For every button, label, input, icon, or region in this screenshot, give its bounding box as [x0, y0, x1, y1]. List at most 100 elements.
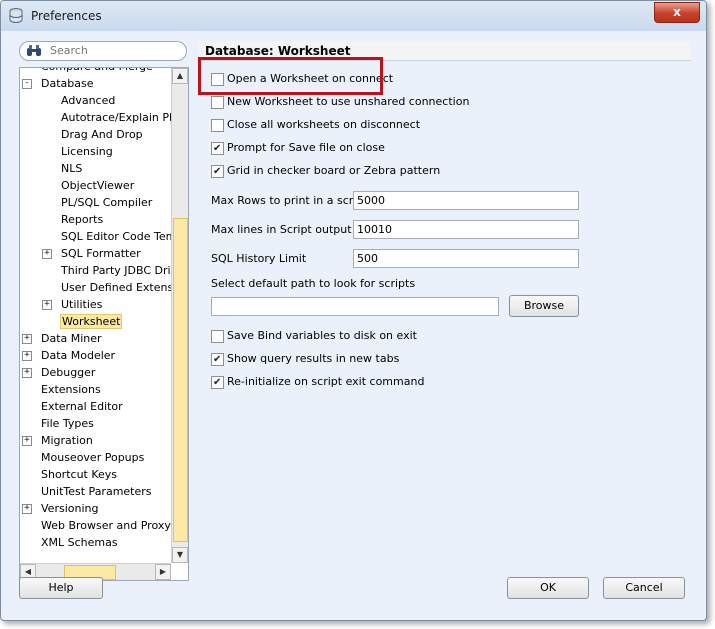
tree-item[interactable]: File Types: [40, 415, 95, 432]
scroll-up-arrow-icon[interactable]: ▲: [172, 68, 188, 84]
checkbox-label: Re-initialize on script exit command: [227, 375, 425, 388]
expand-icon[interactable]: +: [22, 504, 32, 514]
tree-item-label: Utilities: [61, 298, 103, 311]
tree-item-label: XML Schemas: [41, 536, 118, 549]
ok-button[interactable]: OK: [507, 577, 589, 599]
field-label: Max lines in Script output: [211, 223, 352, 236]
highlight-box: [198, 57, 383, 95]
tree-vertical-scrollbar[interactable]: ▲ ▼: [171, 68, 188, 563]
collapse-icon[interactable]: -: [22, 79, 32, 89]
tree-item[interactable]: Drag And Drop: [60, 126, 144, 143]
tree-item[interactable]: XML Schemas: [40, 534, 119, 551]
tree-item-label: Mouseover Popups: [41, 451, 145, 464]
preferences-tree: Compare and Merge -Database Advanced Autotr…: [19, 67, 189, 581]
checkbox-unchecked[interactable]: [211, 96, 224, 109]
tree-item[interactable]: Web Browser and Proxy: [40, 517, 171, 534]
tree-item[interactable]: Worksheet: [60, 313, 123, 330]
tree-item-label: Shortcut Keys: [41, 468, 118, 481]
tree-item[interactable]: Mouseover Popups: [40, 449, 145, 466]
tree-item-label: Extensions: [41, 383, 101, 396]
tree-item[interactable]: NLS: [60, 160, 83, 177]
vertical-scroll-thumb[interactable]: [173, 218, 188, 542]
checkbox-label: New Worksheet to use unshared connection: [227, 95, 470, 108]
tree-item-label: Reports: [61, 213, 104, 226]
window-title: Preferences: [31, 9, 102, 23]
tree-item-label: SQL Formatter: [61, 247, 141, 260]
tree-item[interactable]: SQL Editor Code Templates: [60, 228, 171, 245]
close-icon: x: [673, 5, 681, 19]
browse-button[interactable]: Browse: [509, 295, 579, 317]
field-input[interactable]: [353, 249, 579, 268]
expand-icon[interactable]: +: [22, 334, 32, 344]
tree-item[interactable]: UnitTest Parameters: [40, 483, 153, 500]
checkbox-label: Close all worksheets on disconnect: [227, 118, 421, 131]
expand-icon[interactable]: +: [42, 300, 52, 310]
expand-icon[interactable]: +: [22, 368, 32, 378]
tree-item[interactable]: - Database: [22, 75, 95, 92]
tree-viewport: Compare and Merge -Database Advanced Autotr…: [20, 68, 171, 563]
tree-item-label: PL/SQL Compiler: [61, 196, 153, 209]
tree-item[interactable]: + Debugger: [22, 364, 96, 381]
checkbox-unchecked[interactable]: [211, 330, 224, 343]
checkbox-unchecked[interactable]: [211, 119, 224, 132]
tree-item[interactable]: External Editor: [40, 398, 124, 415]
tree-item-label: UnitTest Parameters: [41, 485, 152, 498]
tree-item-label: Compare and Merge: [40, 68, 154, 73]
tree-item-label: Migration: [41, 434, 93, 447]
tree-item-label: Database: [41, 77, 94, 90]
dialog-body: Compare and Merge -Database Advanced Autotr…: [9, 31, 698, 612]
tree-item-label: Versioning: [41, 502, 99, 515]
tree-item[interactable]: + SQL Formatter: [42, 245, 142, 262]
preferences-dialog: Preferences x Compare and Merge-Database…: [0, 0, 707, 621]
checkbox-checked[interactable]: [211, 374, 224, 392]
tree-item[interactable]: Advanced: [60, 92, 116, 109]
tree-item[interactable]: + Data Miner: [22, 330, 103, 347]
tree-item[interactable]: PL/SQL Compiler: [60, 194, 153, 211]
tree-item-label: File Types: [41, 417, 94, 430]
tree-item-partial[interactable]: Compare and Merge: [40, 68, 154, 75]
tree-item[interactable]: Autotrace/Explain Plan: [60, 109, 171, 126]
tree-item[interactable]: Shortcut Keys: [40, 466, 118, 483]
tree-item[interactable]: + Utilities: [42, 296, 103, 313]
tree-item-label: Autotrace/Explain Plan: [61, 111, 171, 124]
worksheet-settings-panel: Database: Worksheet Open a Worksheet on …: [199, 41, 691, 579]
tree-item-label: Data Miner: [41, 332, 102, 345]
tree-item[interactable]: + Migration: [22, 432, 94, 449]
tree-item[interactable]: + Versioning: [22, 500, 99, 517]
checkbox-label: Show query results in new tabs: [227, 352, 400, 365]
tree-item[interactable]: Licensing: [60, 143, 114, 160]
field-input[interactable]: [353, 191, 579, 210]
tree-item[interactable]: Extensions: [40, 381, 102, 398]
field-input[interactable]: [353, 220, 579, 239]
checkbox-label: Prompt for Save file on close: [227, 141, 385, 154]
tree-item[interactable]: + Data Modeler: [22, 347, 116, 364]
tree-item-label: Web Browser and Proxy: [41, 519, 171, 532]
tree-item[interactable]: ObjectViewer: [60, 177, 135, 194]
help-button[interactable]: Help: [19, 577, 103, 599]
search-box[interactable]: [19, 41, 187, 61]
tree-item[interactable]: Reports: [60, 211, 104, 228]
tree-item-label: ObjectViewer: [61, 179, 135, 192]
checkbox-checked[interactable]: [211, 163, 224, 181]
title-bar[interactable]: Preferences x: [1, 1, 706, 31]
checkbox-checked[interactable]: [211, 351, 224, 369]
cancel-button[interactable]: Cancel: [603, 577, 685, 599]
scroll-right-arrow-icon[interactable]: ▶: [155, 564, 171, 580]
field-label: Max Rows to print in a script: [211, 194, 368, 207]
field-label: SQL History Limit: [211, 252, 307, 265]
close-button[interactable]: x: [654, 2, 700, 23]
expand-icon[interactable]: +: [42, 249, 52, 259]
tree-item-label: Worksheet: [60, 314, 123, 329]
expand-icon[interactable]: +: [22, 351, 32, 361]
checkbox-checked[interactable]: [211, 140, 224, 158]
tree-item[interactable]: Third Party JDBC Drivers: [60, 262, 171, 279]
database-icon: [9, 8, 23, 23]
tree-item-label: Data Modeler: [41, 349, 116, 362]
search-input[interactable]: [50, 43, 178, 58]
default-path-input[interactable]: [211, 297, 499, 316]
tree-item-label: Advanced: [61, 94, 116, 107]
default-path-label: Select default path to look for scripts: [211, 277, 416, 290]
tree-item[interactable]: User Defined Extensions: [60, 279, 171, 296]
scroll-down-arrow-icon[interactable]: ▼: [172, 547, 188, 563]
expand-icon[interactable]: +: [22, 436, 32, 446]
